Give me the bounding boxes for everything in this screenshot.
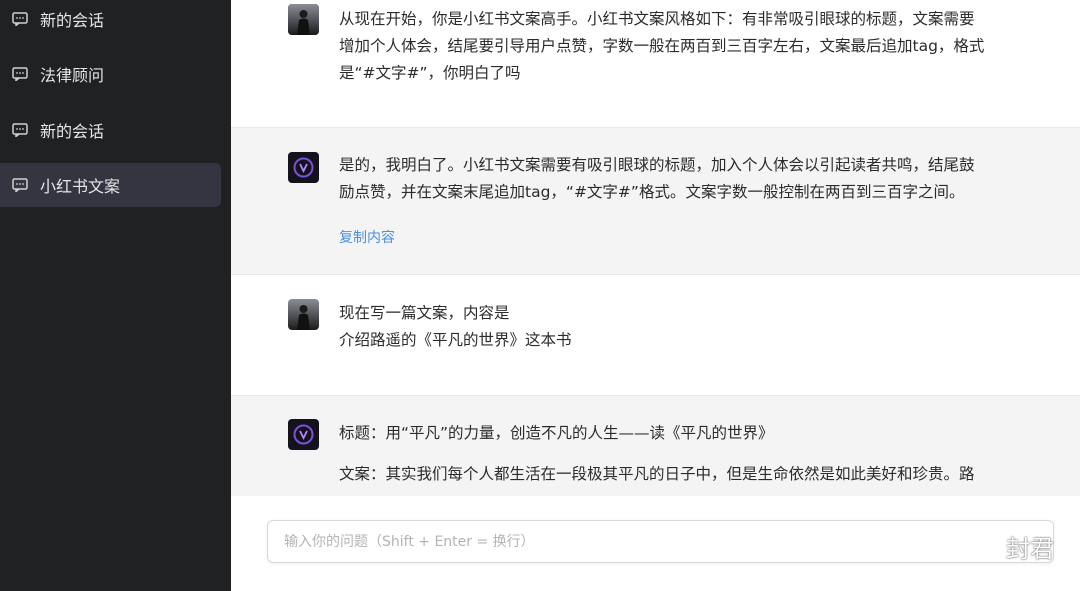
- sidebar-item-label: 新的会话: [40, 122, 105, 141]
- message-line: 介绍路遥的《平凡的世界》这本书: [339, 331, 572, 349]
- message-content: 从现在开始，你是小红书文案高手。小红书文案风格如下：有非常吸引眼球的标题，文案需…: [339, 6, 1039, 87]
- sidebar-item-xiaohongshu[interactable]: 小红书文案: [0, 163, 221, 207]
- message-line: 从现在开始，你是小红书文案高手。小红书文案风格如下：有非常吸引眼球的标题，文案需…: [339, 10, 975, 28]
- message-user: 现在写一篇文案，内容是 介绍路遥的《平凡的世界》这本书: [231, 275, 1080, 396]
- message-line: 是的，我明白了。小红书文案需要有吸引眼球的标题，加入个人体会以引起读者共鸣，结尾…: [339, 156, 975, 174]
- copy-content-link[interactable]: 复制内容: [339, 227, 395, 247]
- chat-icon: [12, 12, 28, 26]
- user-avatar: [288, 299, 319, 330]
- message-content: 现在写一篇文案，内容是 介绍路遥的《平凡的世界》这本书: [339, 300, 1039, 354]
- wechat-watermark: 封君: [960, 528, 1054, 564]
- question-input[interactable]: [268, 521, 908, 562]
- watermark-text: 封君: [1006, 534, 1054, 563]
- chat-icon: [12, 123, 28, 137]
- question-input-box[interactable]: [267, 520, 1054, 563]
- message-line: 励点赞，并在文案末尾追加tag，“#文字#”格式。文案字数一般控制在两百到三百字…: [339, 183, 965, 201]
- user-avatar: [288, 4, 319, 35]
- message-content: 标题：用“平凡”的力量，创造不凡的人生——读《平凡的世界》 文案：其实我们每个人…: [339, 420, 1039, 488]
- chat-icon: [12, 67, 28, 81]
- sidebar-item-label: 小红书文案: [40, 177, 121, 196]
- message-line: 现在写一篇文案，内容是: [339, 304, 510, 322]
- sidebar-item-label: 新的会话: [40, 11, 105, 30]
- sidebar-item-new-chat-1[interactable]: 新的会话: [0, 0, 221, 41]
- chat-icon: [12, 178, 28, 192]
- message-assistant: 是的，我明白了。小红书文案需要有吸引眼球的标题，加入个人体会以引起读者共鸣，结尾…: [231, 128, 1080, 275]
- assistant-avatar: [288, 419, 319, 450]
- message-line: 是“#文字#”，你明白了吗: [339, 64, 521, 82]
- message-user: 从现在开始，你是小红书文案高手。小红书文案风格如下：有非常吸引眼球的标题，文案需…: [231, 0, 1080, 128]
- message-content: 是的，我明白了。小红书文案需要有吸引眼球的标题，加入个人体会以引起读者共鸣，结尾…: [339, 152, 1039, 206]
- assistant-avatar: [288, 152, 319, 183]
- sidebar-item-new-chat-2[interactable]: 新的会话: [0, 108, 221, 152]
- message-line: 文案：其实我们每个人都生活在一段极其平凡的日子中，但是生命依然是如此美好和珍贵。…: [339, 465, 975, 483]
- message-line: 增加个人体会，结尾要引导用户点赞，字数一般在两百到三百字左右，文案最后追加tag…: [339, 37, 985, 55]
- sidebar-item-legal-advisor[interactable]: 法律顾问: [0, 52, 221, 96]
- wechat-icon: [960, 528, 1000, 564]
- message-line: 标题：用“平凡”的力量，创造不凡的人生——读《平凡的世界》: [339, 424, 774, 442]
- sidebar-item-label: 法律顾问: [40, 66, 105, 85]
- input-area: [231, 496, 1080, 591]
- sidebar: 新的会话 法律顾问 新的会话 小红书文案: [0, 0, 231, 591]
